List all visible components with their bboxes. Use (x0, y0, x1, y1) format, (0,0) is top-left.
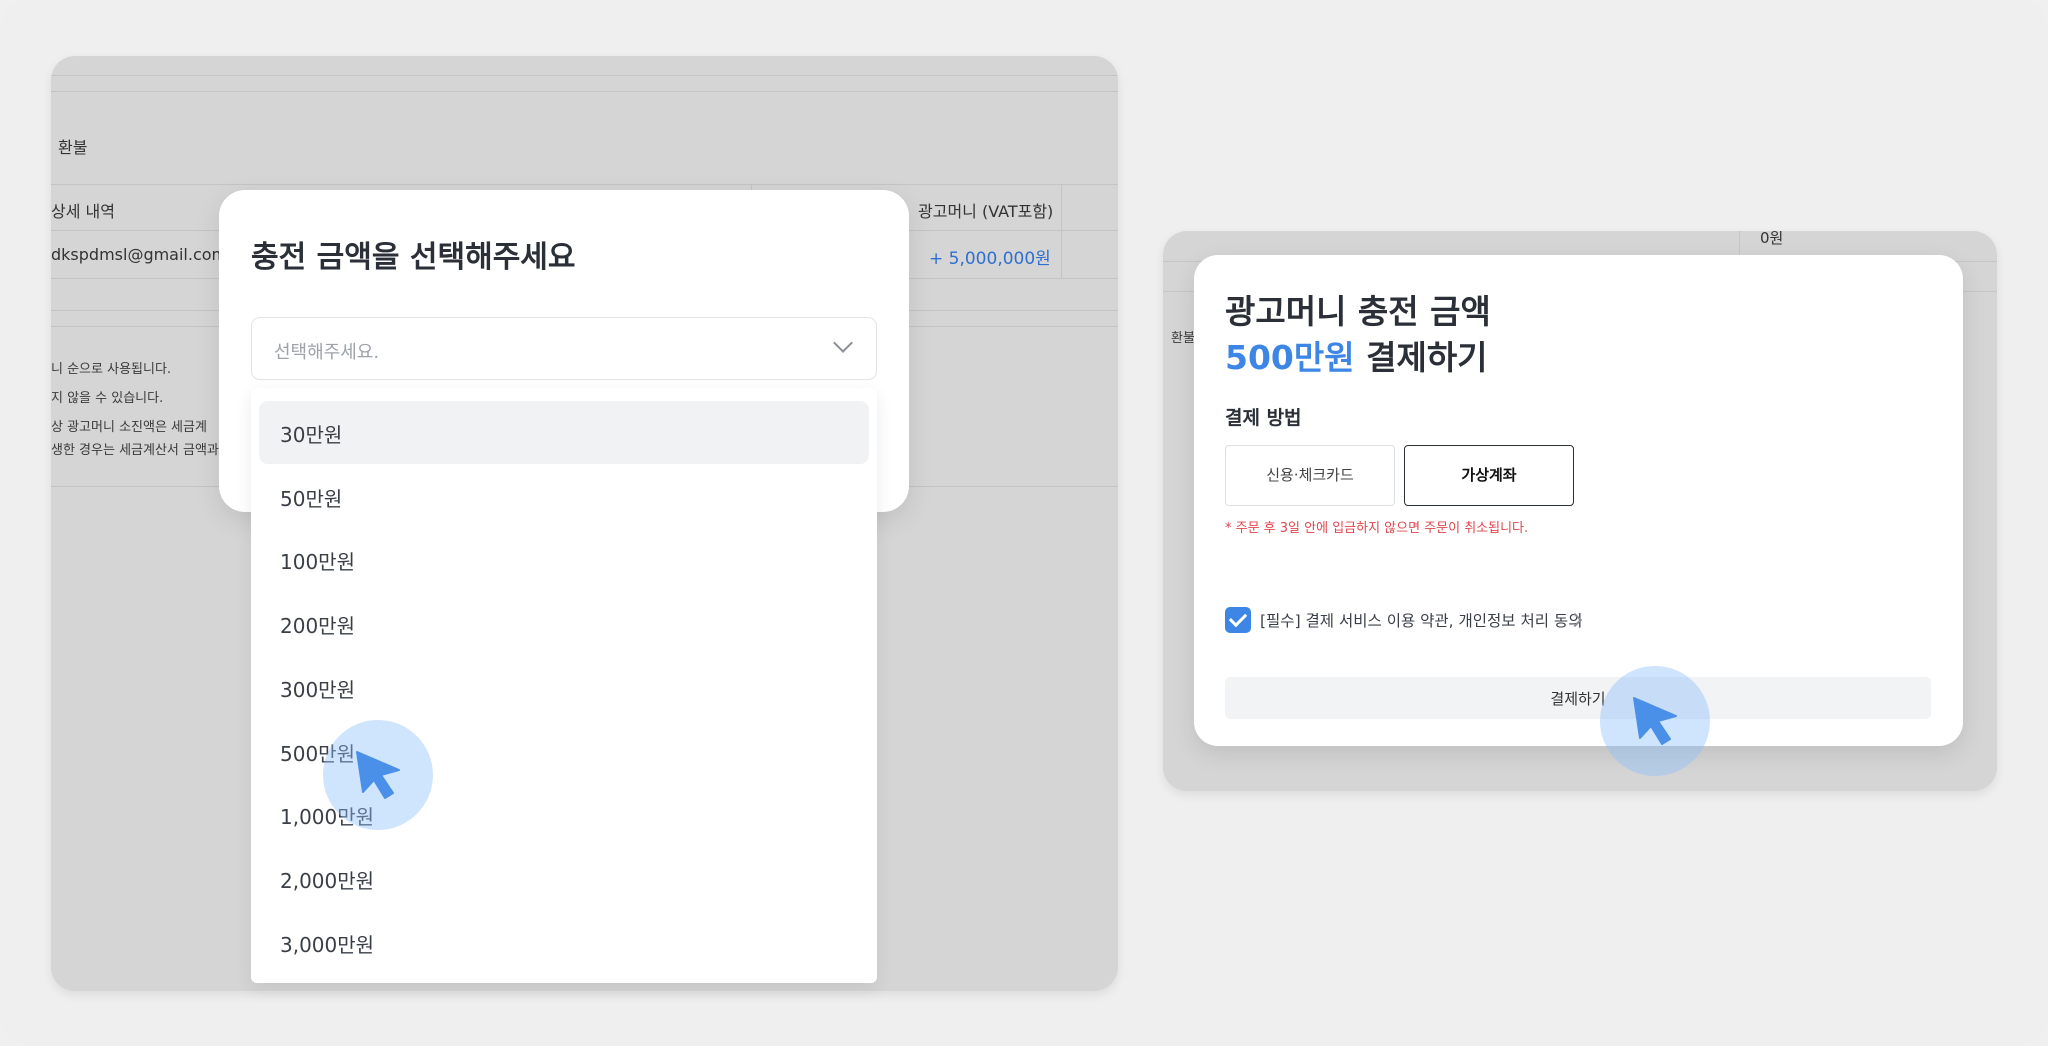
agreement-checkbox[interactable] (1225, 607, 1251, 633)
dropdown-option[interactable]: 30만원 (259, 401, 869, 464)
refund-tab: 환불 (1171, 331, 1195, 346)
payment-title-suffix: 결제하기 (1354, 338, 1488, 377)
agreement-label: [필수] 결제 서비스 이용 약관, 개인정보 처리 동의 (1260, 612, 1583, 630)
row-amount: + 5,000,000원 (929, 249, 1051, 269)
dropdown-option[interactable]: 50만원 (259, 465, 869, 528)
dropdown-option[interactable]: 3,000만원 (259, 911, 869, 974)
cancellation-warning: * 주문 후 3일 안에 입금하지 않으면 주문이 취소됩니다. (1225, 521, 1529, 536)
chevron-down-icon (833, 333, 853, 353)
dropdown-option[interactable]: 300만원 (259, 656, 869, 719)
dropdown-option[interactable]: 2,000만원 (259, 847, 869, 910)
card-method-button[interactable]: 신용·체크카드 (1225, 445, 1395, 506)
payment-method-label: 결제 방법 (1225, 407, 1302, 429)
pay-submit-button[interactable]: 결제하기 (1225, 677, 1931, 719)
note-line: 지 않을 수 있습니다. (51, 391, 164, 406)
pay-submit-label: 결제하기 (1550, 690, 1606, 708)
note-line: 상 광고머니 소진액은 세금계 (51, 420, 207, 435)
modal-title: 충전 금액을 선택해주세요 (251, 240, 576, 275)
payment-title: 광고머니 충전 금액 (1225, 292, 1491, 331)
dropdown-option[interactable]: 200만원 (259, 592, 869, 655)
partial-cell: 0원 (1760, 231, 1784, 247)
dropdown-option[interactable]: 100만원 (259, 528, 869, 591)
admoney-column-header: 광고머니 (VAT포함) (918, 202, 1054, 221)
virtual-account-method-button[interactable]: 가상계좌 (1404, 445, 1574, 506)
payment-modal: 광고머니 충전 금액 500만원 결제하기 결제 방법 신용·체크카드 가상계좌… (1194, 255, 1963, 746)
select-placeholder: 선택해주세요. (274, 342, 380, 363)
payment-amount-title: 500만원 결제하기 (1225, 331, 1488, 379)
note-line: 생한 경우는 세금계산서 금액과 (51, 443, 219, 458)
note-line: 니 순으로 사용됩니다. (51, 362, 172, 377)
refund-tab: 환불 (58, 138, 88, 157)
amount-dropdown-list: 30만원 50만원 100만원 200만원 300만원 500만원 1,000만… (251, 388, 877, 983)
payment-amount: 500만원 (1225, 338, 1355, 377)
row-email: dkspdmsl@gmail.com (51, 245, 228, 264)
cursor-icon (1600, 666, 1710, 776)
amount-select[interactable]: 선택해주세요. (251, 317, 877, 380)
cursor-icon (323, 720, 433, 830)
detail-column-header: 상세 내역 (51, 202, 115, 221)
